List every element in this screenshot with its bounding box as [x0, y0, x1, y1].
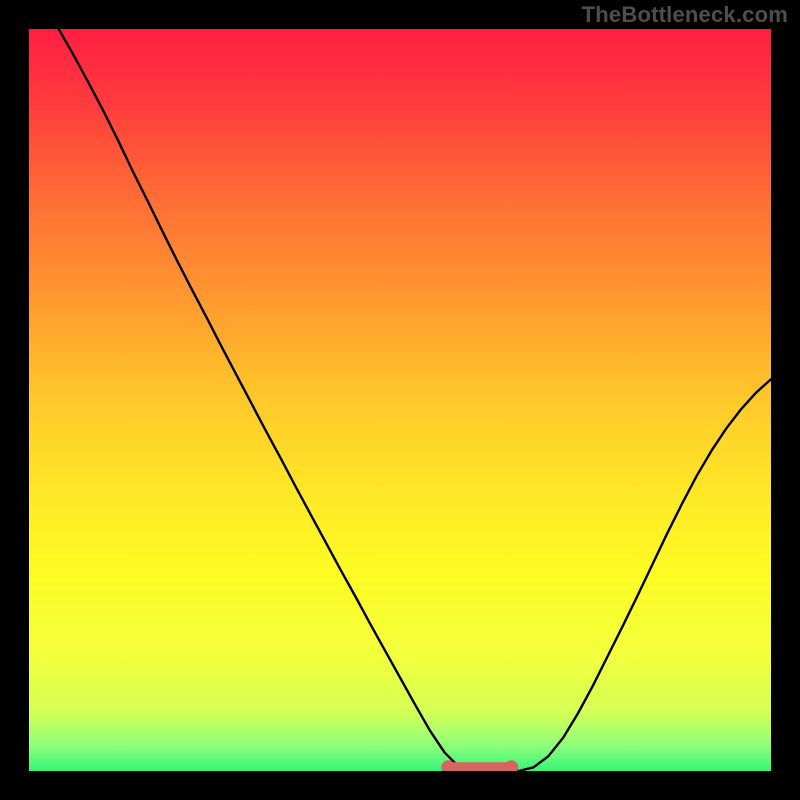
- bottleneck-chart: [29, 29, 771, 771]
- gradient-background: [29, 29, 771, 771]
- chart-frame: TheBottleneck.com: [0, 0, 800, 800]
- watermark-text: TheBottleneck.com: [582, 2, 788, 28]
